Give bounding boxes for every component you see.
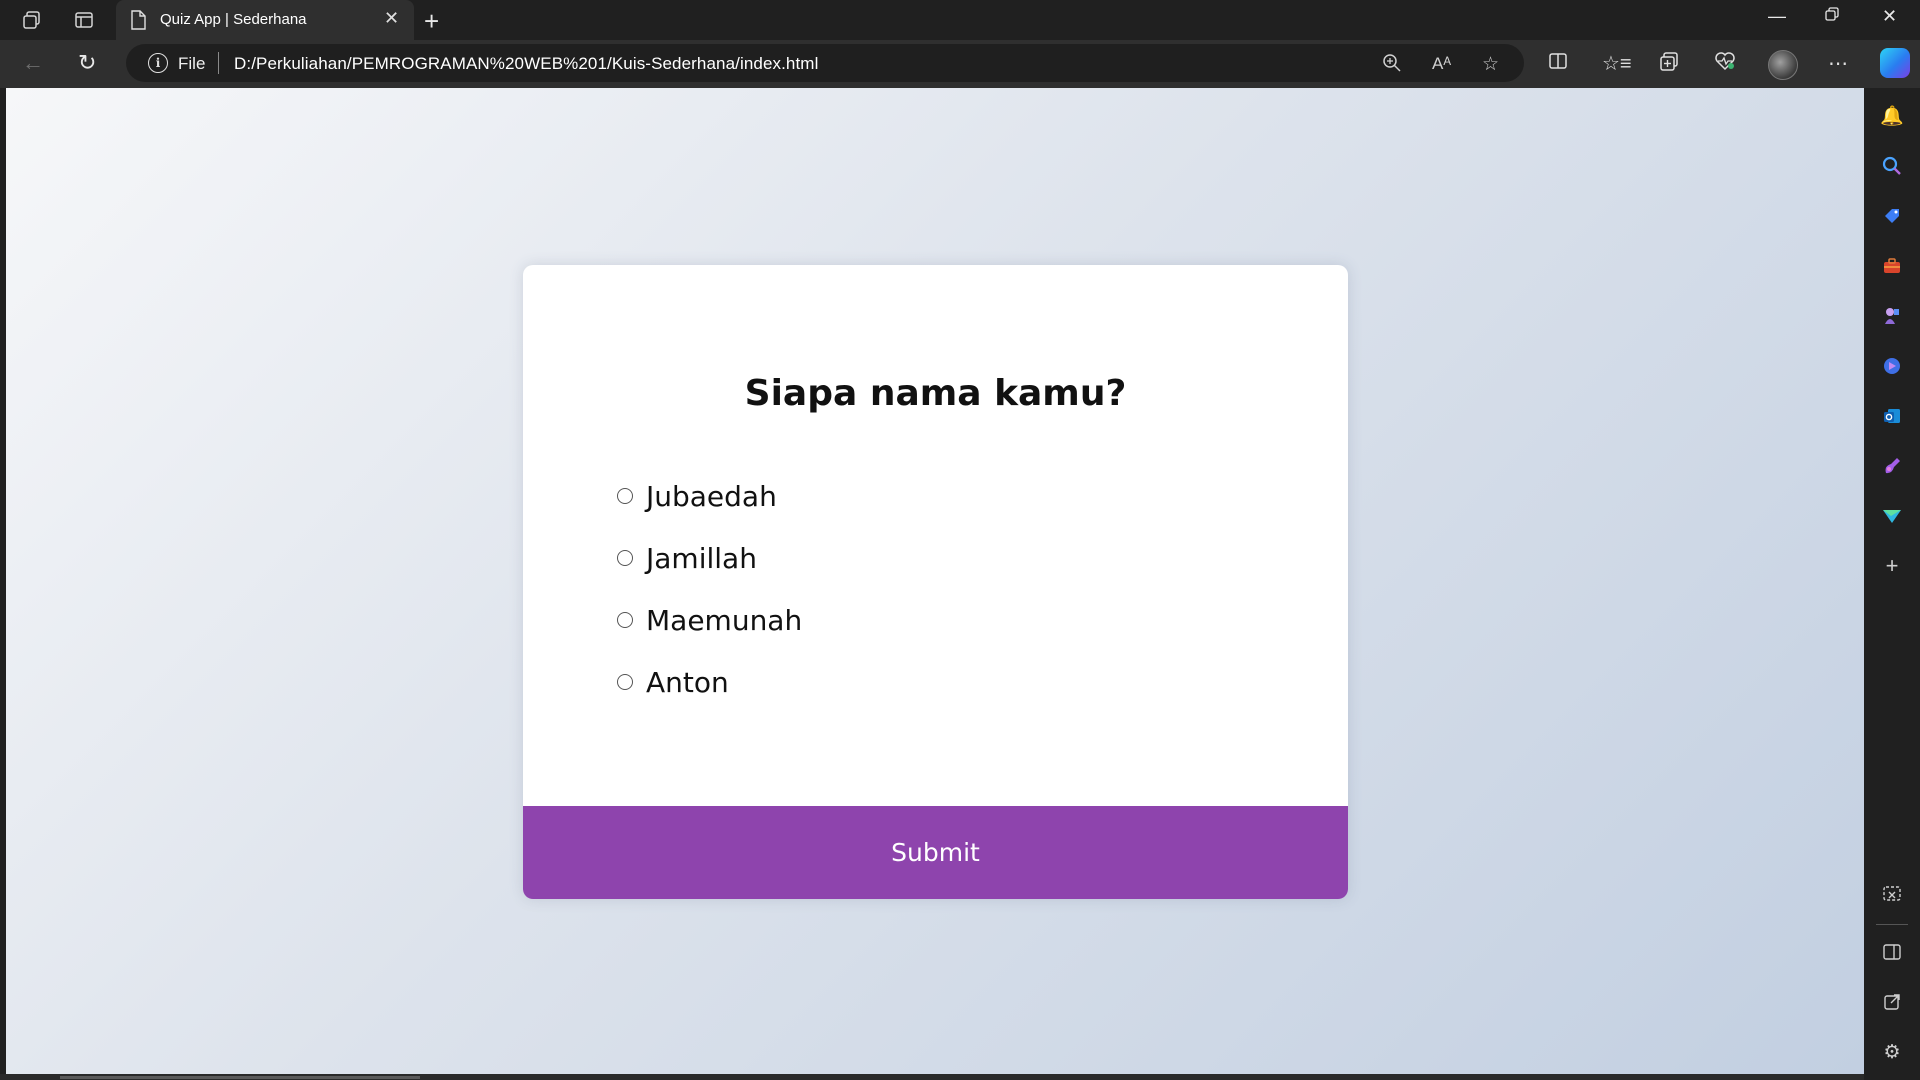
answer-option[interactable]: Jamillah [617,527,802,589]
close-icon[interactable]: ✕ [384,8,399,29]
scheme-label: File [178,54,206,73]
answer-radio[interactable] [617,550,633,566]
workspaces-icon[interactable] [20,8,44,32]
window-close-icon[interactable]: ✕ [1882,6,1897,27]
profile-avatar[interactable] [1768,50,1798,80]
bing-icon[interactable] [1880,354,1904,378]
question-title: Siapa nama kamu? [744,373,1127,414]
notification-bell-icon[interactable]: 🔔 [1880,104,1904,128]
games-icon[interactable] [1880,304,1904,328]
add-icon[interactable]: + [1880,553,1904,578]
url-text[interactable]: D:/Perkuliahan/PEMROGRAMAN%20WEB%201/Kui… [234,54,818,74]
minimize-icon[interactable]: — [1768,6,1786,27]
answer-option[interactable]: Jubaedah [617,465,802,527]
info-icon[interactable]: i [148,53,168,73]
favorites-icon[interactable]: ☆≡ [1602,51,1632,76]
read-aloud-icon[interactable]: Aᴬ [1432,54,1451,74]
address-separator [218,52,219,74]
scrollbar-thumb[interactable] [60,1076,420,1079]
answer-radio[interactable] [617,612,633,628]
browser-title-bar: Quiz App | Sederhana ✕ + — ✕ [0,0,1920,40]
tab-title: Quiz App | Sederhana [160,11,307,28]
outlook-icon[interactable] [1880,404,1904,428]
sidebar-separator [1876,924,1908,925]
answer-radio[interactable] [617,674,633,690]
more-icon[interactable]: ⋯ [1828,51,1848,76]
answer-label: Jamillah [646,541,757,575]
zoom-icon[interactable] [1382,53,1402,79]
screenshot-icon[interactable] [1880,882,1904,906]
page-icon [130,10,146,35]
search-icon[interactable] [1880,154,1904,178]
copilot-icon[interactable] [1880,48,1910,78]
back-icon[interactable]: ← [22,50,44,76]
external-open-icon[interactable] [1880,990,1904,1014]
edge-sidebar: 🔔 + ⚙ [1864,88,1920,1080]
browser-toolbar: ← ↻ i File D:/Perkuliahan/PEMROGRAMAN%20… [0,40,1920,88]
answer-option[interactable]: Anton [617,651,802,713]
answer-list: Jubaedah Jamillah Maemunah Anton [617,465,802,713]
collections-icon[interactable] [1658,51,1680,79]
submit-button[interactable]: Submit [523,806,1348,899]
active-tab[interactable]: Quiz App | Sederhana ✕ [116,0,414,40]
new-tab-icon[interactable]: + [424,6,439,37]
restore-icon[interactable] [1824,6,1840,27]
favorite-star-icon[interactable]: ☆ [1482,53,1499,76]
shopping-tag-icon[interactable] [1880,204,1904,228]
answer-label: Jubaedah [646,479,777,513]
quiz-card: Siapa nama kamu? Jubaedah Jamillah Maemu… [523,265,1348,899]
address-bar[interactable]: i File D:/Perkuliahan/PEMROGRAMAN%20WEB%… [126,44,1524,82]
designer-icon[interactable] [1880,454,1904,478]
send-icon[interactable] [1880,504,1904,528]
sidebar-panel-icon[interactable] [1880,940,1904,964]
browser-essentials-icon[interactable] [1714,51,1736,77]
horizontal-scrollbar[interactable] [0,1074,1864,1080]
answer-label: Maemunah [646,603,803,637]
page-viewport: Siapa nama kamu? Jubaedah Jamillah Maemu… [6,88,1864,1074]
tab-actions-icon[interactable] [72,8,96,32]
answer-option[interactable]: Maemunah [617,589,802,651]
settings-icon[interactable]: ⚙ [1880,1040,1904,1064]
answer-radio[interactable] [617,488,633,504]
split-screen-icon[interactable] [1548,51,1568,77]
refresh-icon[interactable]: ↻ [78,50,96,76]
tools-briefcase-icon[interactable] [1880,254,1904,278]
answer-label: Anton [646,665,729,699]
